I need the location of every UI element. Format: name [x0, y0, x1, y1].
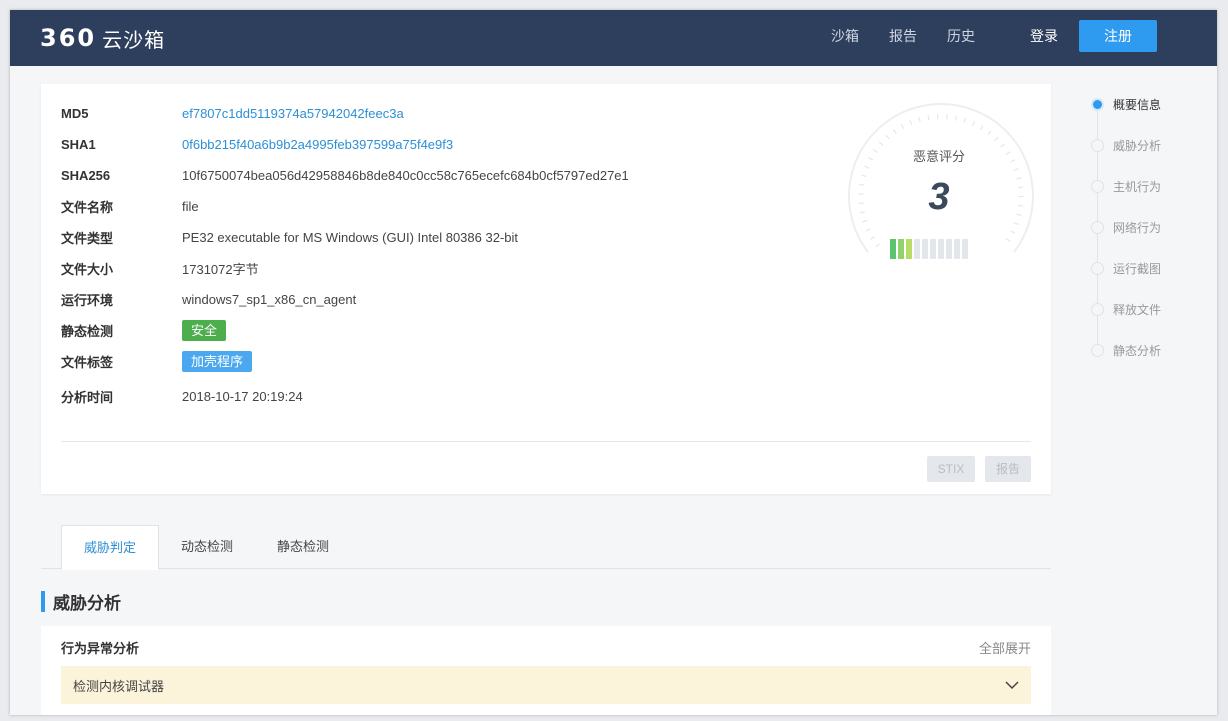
- behavior-item[interactable]: 检测内核调试器: [61, 666, 1031, 704]
- tab-static-detection[interactable]: 静态检测: [255, 525, 351, 569]
- gauge-score: 3: [928, 176, 950, 218]
- anchor-label: 释放文件: [1113, 302, 1162, 317]
- row-file-name: 文件名称 file: [61, 196, 199, 216]
- anchor-item-threat-analysis[interactable]: 威胁分析: [1088, 137, 1161, 153]
- dot-icon: [1091, 261, 1104, 275]
- report-button[interactable]: 报告: [985, 456, 1031, 482]
- anchor-item-host-behavior[interactable]: 主机行为: [1088, 178, 1161, 194]
- anchor-label: 概要信息: [1113, 97, 1162, 112]
- row-environment: 运行环境 windows7_sp1_x86_cn_agent: [61, 289, 356, 309]
- anchor-item-static-analysis[interactable]: 静态分析: [1088, 342, 1161, 358]
- anchor-label: 运行截图: [1113, 261, 1162, 276]
- anchor-item-network-behavior[interactable]: 网络行为: [1088, 219, 1161, 235]
- behavior-item-label: 检测内核调试器: [73, 678, 165, 694]
- packer-badge: 加壳程序: [182, 350, 253, 372]
- row-key: 文件类型: [61, 230, 114, 246]
- row-md5: MD5 ef7807c1dd5119374a57942042feec3a: [61, 103, 404, 123]
- section-title-text: 威胁分析: [53, 593, 121, 613]
- chevron-down-icon[interactable]: [1005, 678, 1019, 692]
- row-key: MD5: [61, 105, 89, 121]
- row-file-size: 文件大小 1731072字节: [61, 258, 259, 278]
- row-analysis-time: 分析时间 2018-10-17 20:19:24: [61, 386, 303, 406]
- anchor-item-overview[interactable]: 概要信息: [1088, 96, 1161, 112]
- score-level-segment: [938, 239, 944, 259]
- row-key: 文件标签: [61, 354, 114, 370]
- row-sha1: SHA1 0f6bb215f40a6b9b2a4995feb397599a75f…: [61, 134, 453, 154]
- safe-badge: 安全: [182, 319, 227, 341]
- dot-icon: [1091, 179, 1104, 193]
- dot-icon: [1091, 220, 1104, 234]
- logo-number: 360: [40, 24, 97, 52]
- row-static-detection: 静态检测 安全: [61, 319, 227, 341]
- dot-icon: [1091, 302, 1104, 316]
- panel-title: 行为异常分析: [61, 641, 140, 656]
- title-accent-bar: [41, 590, 45, 612]
- file-name-value: file: [182, 198, 199, 214]
- tab-dynamic-detection[interactable]: 动态检测: [159, 525, 255, 569]
- score-level-segment: [930, 239, 936, 259]
- section-title: 威胁分析: [41, 590, 121, 613]
- dot-icon: [1091, 343, 1104, 357]
- environment-value: windows7_sp1_x86_cn_agent: [182, 291, 357, 307]
- sha1-link[interactable]: 0f6bb215f40a6b9b2a4995feb397599a75f4e9f3: [182, 137, 453, 152]
- card-divider: [61, 441, 1031, 442]
- row-key: 分析时间: [61, 389, 114, 405]
- score-level-segment: [898, 239, 904, 259]
- row-key: SHA1: [61, 136, 96, 152]
- row-key: 静态检测: [61, 323, 114, 339]
- analysis-time-value: 2018-10-17 20:19:24: [182, 388, 303, 404]
- gauge-label: 恶意评分: [912, 149, 965, 164]
- dot-icon: [1091, 97, 1104, 111]
- anchor-label: 网络行为: [1113, 220, 1162, 235]
- detail-tabs: 威胁判定 动态检测 静态检测: [41, 525, 1051, 570]
- expand-all-link[interactable]: 全部展开: [979, 638, 1031, 657]
- score-level-segment: [922, 239, 928, 259]
- register-button[interactable]: 注册: [1079, 20, 1157, 52]
- anchor-label: 威胁分析: [1113, 138, 1162, 153]
- row-file-tag: 文件标签 加壳程序: [61, 350, 253, 372]
- behavior-panel: 行为异常分析 全部展开 检测内核调试器: [41, 626, 1051, 715]
- nav-history[interactable]: 历史: [947, 10, 975, 66]
- nav-sandbox[interactable]: 沙箱: [831, 10, 859, 66]
- anchor-item-screenshots[interactable]: 运行截图: [1088, 260, 1161, 276]
- anchor-item-dropped-files[interactable]: 释放文件: [1088, 301, 1161, 317]
- anchor-label: 静态分析: [1113, 343, 1162, 358]
- score-level-segment: [962, 239, 968, 259]
- sha256-value: 10f6750074bea056d42958846b8de840c0cc58c7…: [182, 167, 629, 183]
- score-level-segment: [906, 239, 912, 259]
- logo-text: 云沙箱: [102, 27, 166, 52]
- row-file-type: 文件类型 PE32 executable for MS Windows (GUI…: [61, 227, 518, 247]
- malice-score-gauge: 恶意评分 3: [846, 100, 1036, 260]
- md5-link[interactable]: ef7807c1dd5119374a57942042feec3a: [182, 106, 404, 121]
- tab-threat-verdict[interactable]: 威胁判定: [61, 525, 159, 570]
- logo[interactable]: 360 云沙箱: [40, 23, 165, 53]
- anchor-label: 主机行为: [1113, 179, 1162, 194]
- dot-icon: [1091, 138, 1104, 152]
- file-type-value: PE32 executable for MS Windows (GUI) Int…: [182, 229, 518, 245]
- row-key: SHA256: [61, 167, 111, 183]
- score-level-segment: [946, 239, 952, 259]
- top-navbar: 360 云沙箱 沙箱 报告 历史 登录 注册: [10, 10, 1217, 66]
- nav-report[interactable]: 报告: [889, 10, 917, 66]
- app-window: 360 云沙箱 沙箱 报告 历史 登录 注册 MD5 ef7807c1dd511…: [10, 10, 1217, 715]
- score-level-segment: [890, 239, 896, 259]
- summary-card: MD5 ef7807c1dd5119374a57942042feec3a SHA…: [41, 84, 1051, 494]
- score-level-segment: [954, 239, 960, 259]
- row-key: 文件名称: [61, 199, 114, 215]
- score-level-segment: [914, 239, 920, 259]
- file-size-value: 1731072字节: [182, 261, 259, 277]
- row-sha256: SHA256 10f6750074bea056d42958846b8de840c…: [61, 165, 629, 185]
- row-key: 运行环境: [61, 292, 114, 308]
- score-level-bars: [890, 239, 968, 259]
- login-link[interactable]: 登录: [1030, 10, 1058, 66]
- stix-button[interactable]: STIX: [927, 456, 975, 482]
- row-key: 文件大小: [61, 261, 114, 277]
